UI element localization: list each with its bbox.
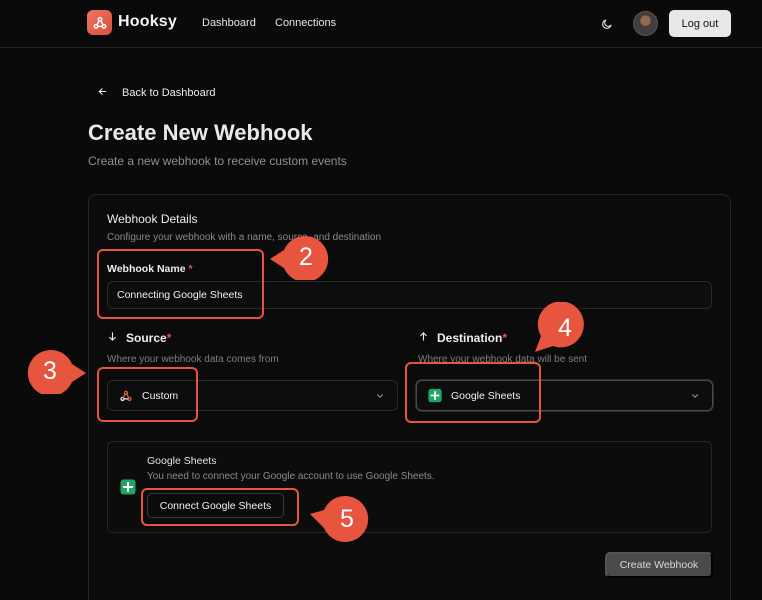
back-label: Back to Dashboard bbox=[122, 87, 216, 99]
destination-selected-value: Google Sheets bbox=[451, 389, 521, 402]
nav-connections[interactable]: Connections bbox=[275, 17, 336, 29]
required-mark: * bbox=[166, 331, 172, 345]
nav-dashboard[interactable]: Dashboard bbox=[202, 17, 256, 29]
webhook-name-label-text: Webhook Name bbox=[107, 263, 186, 275]
arrow-left-icon bbox=[97, 86, 108, 100]
callout-step-3: 3 bbox=[27, 350, 86, 394]
sheets-panel-title: Google Sheets bbox=[147, 455, 217, 467]
sheets-panel-description: You need to connect your Google account … bbox=[147, 471, 435, 482]
source-selected-value: Custom bbox=[142, 389, 179, 402]
required-mark: * bbox=[188, 263, 193, 275]
callout-number: 2 bbox=[299, 243, 313, 271]
callout-step-4: 4 bbox=[535, 302, 584, 352]
required-mark: * bbox=[502, 331, 508, 345]
back-to-dashboard-link[interactable]: Back to Dashboard bbox=[97, 86, 216, 100]
logout-button[interactable]: Log out bbox=[669, 10, 731, 37]
destination-description: Where your webhook data will be sent bbox=[418, 354, 587, 365]
page-subtitle: Create a new webhook to receive custom e… bbox=[88, 154, 347, 168]
callout-number: 4 bbox=[558, 314, 572, 342]
webhook-name-label: Webhook Name * bbox=[107, 263, 193, 275]
source-heading: Source* bbox=[107, 331, 171, 345]
destination-heading: Destination* bbox=[418, 331, 507, 345]
webhook-name-input[interactable] bbox=[107, 281, 712, 309]
destination-label: Destination bbox=[437, 331, 503, 345]
arrow-up-icon bbox=[418, 331, 429, 345]
source-select[interactable]: Custom bbox=[107, 380, 398, 411]
google-sheets-icon bbox=[427, 388, 443, 404]
chevron-down-icon bbox=[375, 391, 385, 404]
webhook-logo-icon[interactable] bbox=[87, 10, 112, 35]
callout-step-2: 2 bbox=[270, 236, 329, 280]
create-webhook-button[interactable]: Create Webhook bbox=[605, 552, 713, 578]
callout-step-5: 5 bbox=[310, 496, 369, 542]
card-description: Configure your webhook with a name, sour… bbox=[107, 232, 382, 243]
chevron-down-icon bbox=[690, 391, 700, 404]
avatar[interactable] bbox=[633, 11, 658, 36]
connect-google-sheets-button[interactable]: Connect Google Sheets bbox=[147, 493, 284, 518]
card-title: Webhook Details bbox=[107, 212, 198, 226]
source-label: Source bbox=[126, 331, 167, 345]
page-title: Create New Webhook bbox=[88, 120, 313, 145]
arrow-down-icon bbox=[107, 331, 118, 345]
callout-number: 3 bbox=[43, 357, 57, 385]
google-sheets-icon bbox=[119, 478, 137, 496]
destination-select[interactable]: Google Sheets bbox=[416, 380, 713, 411]
brand-name[interactable]: Hooksy bbox=[118, 13, 177, 31]
top-navigation: Hooksy Dashboard Connections Log out bbox=[0, 0, 762, 48]
moon-icon[interactable] bbox=[598, 15, 616, 33]
callout-number: 5 bbox=[340, 505, 354, 533]
webhook-icon bbox=[118, 388, 134, 404]
source-description: Where your webhook data comes from bbox=[107, 354, 279, 365]
